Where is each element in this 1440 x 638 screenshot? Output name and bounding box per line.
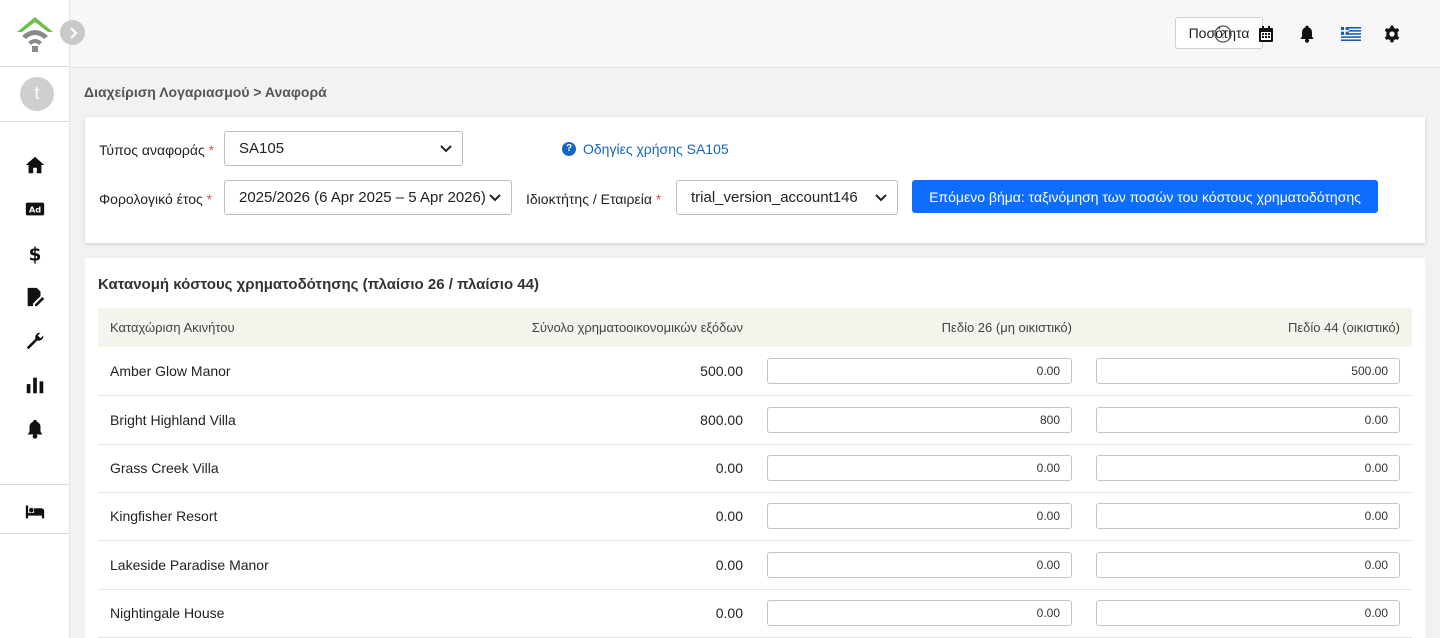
- box44-input[interactable]: 500.00: [1096, 358, 1400, 384]
- box26-input[interactable]: 800: [767, 407, 1072, 433]
- table-row: Amber Glow Manor 500.00 0.00 500.00: [98, 347, 1412, 396]
- svg-text:?: ?: [1220, 28, 1226, 41]
- wrench-icon[interactable]: [23, 329, 47, 353]
- report-type-select[interactable]: SA105: [224, 131, 463, 166]
- chevron-down-icon: [489, 194, 501, 202]
- svg-text:Ad: Ad: [29, 205, 41, 215]
- greek-flag-icon[interactable]: [1340, 23, 1362, 45]
- breadcrumb: Διαχείριση Λογαριασμού > Αναφορά: [84, 84, 327, 100]
- chevron-down-icon: [440, 145, 452, 153]
- table-row: Bright Highland Villa 800.00 800 0.00: [98, 396, 1412, 445]
- owner-label: Ιδιοκτήτης / Εταιρεία *: [526, 191, 662, 207]
- sidebar-divider: [0, 66, 70, 67]
- box26-input[interactable]: 0.00: [767, 552, 1072, 578]
- chevron-down-icon: [875, 194, 887, 202]
- column-header-total: Σύνολο χρηματοοικονομικών εξόδων: [531, 320, 743, 335]
- box44-input[interactable]: 0.00: [1096, 552, 1400, 578]
- total-finance-cost: 800.00: [700, 412, 743, 428]
- property-name: Nightingale House: [110, 605, 225, 621]
- box26-input[interactable]: 0.00: [767, 455, 1072, 481]
- help-link-sa105[interactable]: ? Οδηγίες χρήσης SA105: [562, 141, 729, 157]
- box26-input[interactable]: 0.00: [767, 600, 1072, 626]
- tax-year-label: Φορολογικό έτος *: [99, 191, 213, 207]
- box26-input[interactable]: 0.00: [767, 503, 1072, 529]
- table-row: Nightingale House 0.00 0.00 0.00: [98, 589, 1412, 638]
- property-name: Kingfisher Resort: [110, 508, 218, 524]
- bell-icon[interactable]: [1296, 23, 1318, 45]
- box44-input[interactable]: 0.00: [1096, 407, 1400, 433]
- calendar-icon[interactable]: [1255, 23, 1277, 45]
- table-header: Καταχώριση Ακινήτου Σύνολο χρηματοοικονο…: [98, 308, 1412, 347]
- owner-select[interactable]: trial_version_account146: [676, 180, 898, 215]
- total-finance-cost: 500.00: [700, 363, 743, 379]
- report-edit-icon[interactable]: [23, 285, 47, 309]
- chevron-right-icon: [69, 26, 77, 39]
- property-name: Bright Highland Villa: [110, 412, 236, 428]
- logo-icon[interactable]: [13, 12, 57, 54]
- report-type-label: Τύπος αναφοράς *: [99, 142, 215, 158]
- tax-year-select[interactable]: 2025/2026 (6 Apr 2025 – 5 Apr 2026): [224, 180, 512, 215]
- sidebar-divider: [0, 533, 70, 534]
- column-header-box26: Πεδίο 26 (μη οικιστικό): [941, 320, 1072, 335]
- property-name: Lakeside Paradise Manor: [110, 557, 269, 573]
- column-header-box44: Πεδίο 44 (οικιστικό): [1287, 320, 1400, 335]
- total-finance-cost: 0.00: [715, 460, 743, 476]
- total-finance-cost: 0.00: [715, 508, 743, 524]
- help-circle-icon[interactable]: ?: [1212, 23, 1234, 45]
- gear-icon[interactable]: [1381, 23, 1403, 45]
- box44-input[interactable]: 0.00: [1096, 600, 1400, 626]
- top-header: Ποσότητα ?: [71, 0, 1440, 68]
- box44-input[interactable]: 0.00: [1096, 455, 1400, 481]
- bell-icon[interactable]: [23, 417, 47, 441]
- sidebar-toggle-button[interactable]: [60, 20, 85, 45]
- next-step-button[interactable]: Επόμενο βήμα: ταξινόμηση των ποσών του κ…: [912, 180, 1378, 213]
- home-icon[interactable]: [23, 153, 47, 177]
- question-circle-icon: ?: [562, 142, 576, 156]
- sidebar-divider: [0, 484, 70, 485]
- table-row: Lakeside Paradise Manor 0.00 0.00 0.00: [98, 541, 1412, 590]
- box44-input[interactable]: 0.00: [1096, 503, 1400, 529]
- property-name: Amber Glow Manor: [110, 363, 231, 379]
- bed-icon[interactable]: [23, 499, 47, 523]
- box26-input[interactable]: 0.00: [767, 358, 1072, 384]
- finance-cost-allocation-card: Κατανομή κόστους χρηματοδότησης (πλαίσιο…: [85, 258, 1425, 638]
- table-row: Kingfisher Resort 0.00 0.00 0.00: [98, 492, 1412, 541]
- ad-icon[interactable]: Ad: [23, 197, 47, 221]
- table-row: Grass Creek Villa 0.00 0.00 0.00: [98, 444, 1412, 493]
- report-filter-card: Τύπος αναφοράς * SA105 ? Οδηγίες χρήσης …: [85, 117, 1425, 243]
- dollar-icon[interactable]: $: [23, 241, 47, 265]
- avatar[interactable]: t: [20, 77, 54, 111]
- svg-text:$: $: [29, 244, 42, 264]
- sidebar: t Ad $: [0, 0, 70, 638]
- total-finance-cost: 0.00: [715, 557, 743, 573]
- total-finance-cost: 0.00: [715, 605, 743, 621]
- bar-chart-icon[interactable]: [23, 373, 47, 397]
- column-header-property: Καταχώριση Ακινήτου: [110, 320, 235, 335]
- table-title: Κατανομή κόστους χρηματοδότησης (πλαίσιο…: [98, 276, 539, 293]
- sidebar-divider: [0, 121, 70, 122]
- property-name: Grass Creek Villa: [110, 460, 219, 476]
